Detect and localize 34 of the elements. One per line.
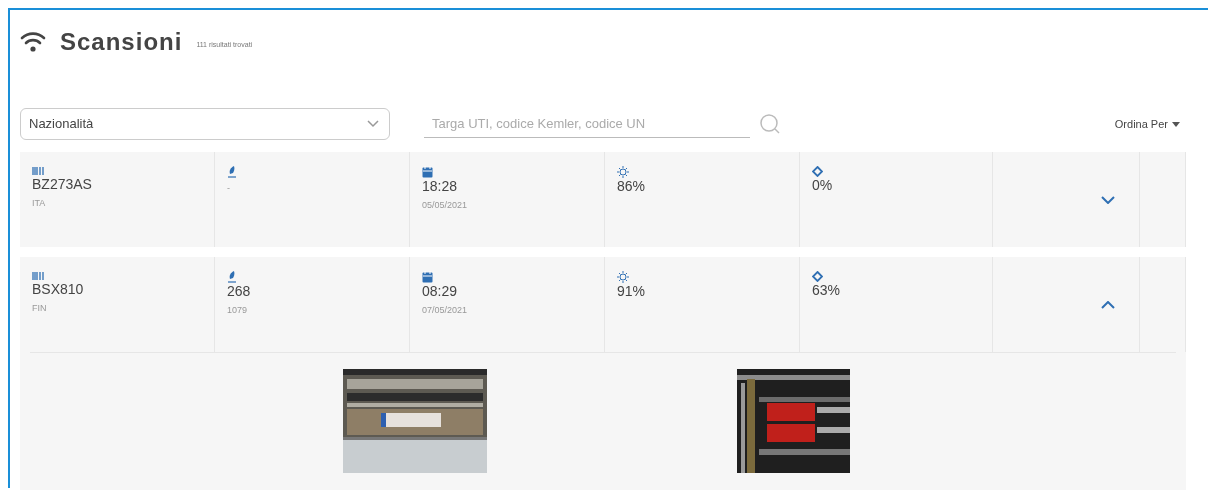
wifi-icon xyxy=(20,30,46,54)
scan-value: BSX810 xyxy=(32,281,84,298)
sun-icon xyxy=(617,166,629,178)
scan-detail: ITA xyxy=(32,197,46,210)
scan-detail: FIN xyxy=(32,302,47,315)
scan-value: 0% xyxy=(812,177,833,194)
scan-value: 63% xyxy=(812,282,841,299)
sun-icon xyxy=(617,271,629,283)
calendar-icon xyxy=(422,166,433,178)
pin-icon xyxy=(227,271,237,283)
diamond-icon xyxy=(812,166,823,177)
chevron-down-icon xyxy=(1101,195,1115,204)
scan-detail: 07/05/2021 xyxy=(422,304,468,317)
barcode-icon xyxy=(32,166,44,176)
chevron-up-icon xyxy=(1101,300,1115,309)
calendar-icon xyxy=(422,271,433,283)
pin-icon xyxy=(227,166,237,178)
select-placeholder: Nazionalità xyxy=(29,115,94,134)
caret-icon xyxy=(1172,121,1180,127)
nationality-select[interactable]: Nazionalità xyxy=(20,108,390,140)
scan-detail: - xyxy=(227,182,230,195)
page-title: Scansioni xyxy=(60,27,183,57)
scan-value: 18:28 xyxy=(422,178,458,195)
chevron-down-icon xyxy=(367,120,379,128)
scan-value: 08:29 xyxy=(422,283,458,300)
scan-value: BZ273AS xyxy=(32,176,92,193)
sort-dropdown[interactable]: Ordina Per xyxy=(1108,114,1186,134)
barcode-icon xyxy=(32,271,44,281)
diamond-icon xyxy=(812,271,823,282)
scan-value: 91% xyxy=(617,283,646,300)
scan-detail: 05/05/2021 xyxy=(422,199,468,212)
scan-value: 268 xyxy=(227,283,251,300)
scan-detail: 1079 xyxy=(227,304,248,317)
scan-value: 86% xyxy=(617,178,646,195)
